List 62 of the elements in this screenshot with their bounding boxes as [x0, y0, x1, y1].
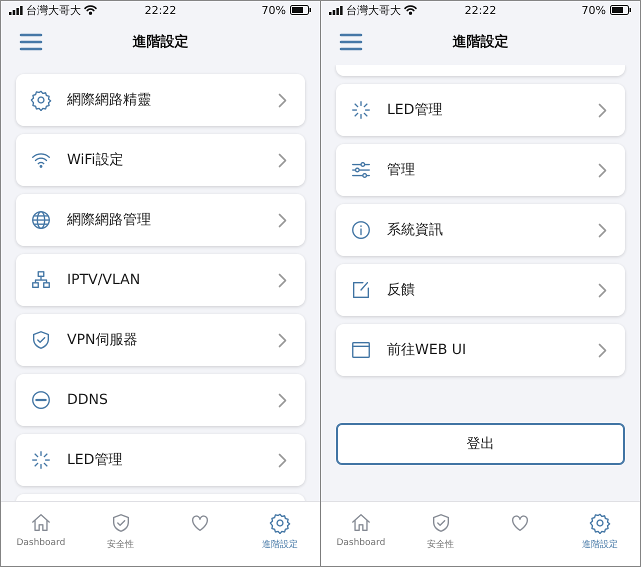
- settings-item[interactable]: IPTV/VLAN: [16, 254, 305, 306]
- gear-icon: [30, 89, 52, 111]
- network-icon: [30, 269, 52, 291]
- gear-icon: [589, 512, 612, 534]
- home-icon: [350, 512, 372, 534]
- sliders-icon: [350, 159, 372, 181]
- signal-icon: [329, 6, 343, 14]
- chevron-icon: [598, 102, 607, 118]
- chevron-icon: [278, 152, 287, 168]
- burst-icon: [350, 99, 372, 121]
- battery-icon: [290, 5, 312, 15]
- settings-item[interactable]: LED管理: [16, 434, 305, 486]
- battery-icon: [610, 5, 632, 15]
- signal-icon: [9, 6, 23, 14]
- burst-icon: [30, 449, 52, 471]
- globe-icon: [30, 209, 52, 231]
- battery-percent: 70%: [582, 4, 606, 16]
- settings-item[interactable]: 網際網路管理: [16, 194, 305, 246]
- settings-item[interactable]: DDNS: [16, 374, 305, 426]
- wifi-icon: [84, 5, 97, 15]
- edit-icon: [350, 279, 372, 301]
- chevron-icon: [278, 212, 287, 228]
- shield-icon: [30, 329, 52, 351]
- settings-item[interactable]: VPN伺服器: [16, 314, 305, 366]
- chevron-icon: [278, 332, 287, 348]
- settings-item[interactable]: 反饋: [336, 264, 625, 316]
- settings-item[interactable]: 網際網路精靈: [16, 74, 305, 126]
- chevron-icon: [598, 282, 607, 298]
- settings-item[interactable]: LED管理: [336, 84, 625, 136]
- screen-title: 進階設定: [452, 33, 508, 51]
- status-time: 22:22: [464, 4, 496, 16]
- menu-icon[interactable]: [19, 33, 43, 51]
- carrier-name: 台灣大哥大: [26, 2, 81, 18]
- chevron-icon: [598, 342, 607, 358]
- chevron-icon: [278, 452, 287, 468]
- window-icon: [350, 339, 372, 361]
- status-time: 22:22: [144, 4, 176, 16]
- logout-button[interactable]: 登出: [336, 423, 625, 465]
- menu-icon[interactable]: [339, 33, 363, 51]
- settings-item[interactable]: WiFi設定: [16, 134, 305, 186]
- chevron-icon: [598, 162, 607, 178]
- battery-percent: 70%: [262, 4, 286, 16]
- chevron-icon: [598, 222, 607, 238]
- gear-icon: [269, 512, 292, 534]
- info-icon: [350, 219, 372, 241]
- tab[interactable]: Dashboard: [321, 502, 401, 566]
- wifi-icon: [404, 5, 417, 15]
- tab[interactable]: 安全性: [80, 502, 160, 566]
- carrier-name: 台灣大哥大: [346, 2, 401, 18]
- settings-item[interactable]: 管理: [336, 144, 625, 196]
- home-icon: [30, 512, 52, 534]
- tab[interactable]: 進階設定: [560, 502, 640, 566]
- tab[interactable]: 安全性: [400, 502, 480, 566]
- tab[interactable]: 進階設定: [240, 502, 320, 566]
- chevron-icon: [278, 392, 287, 408]
- screen-title: 進階設定: [132, 33, 188, 51]
- circle-icon: [30, 389, 52, 411]
- settings-item[interactable]: 系統資訊: [336, 204, 625, 256]
- chevron-icon: [278, 92, 287, 108]
- settings-item[interactable]: 前往WEB UI: [336, 324, 625, 376]
- tab[interactable]: Dashboard: [1, 502, 81, 566]
- chevron-icon: [278, 272, 287, 288]
